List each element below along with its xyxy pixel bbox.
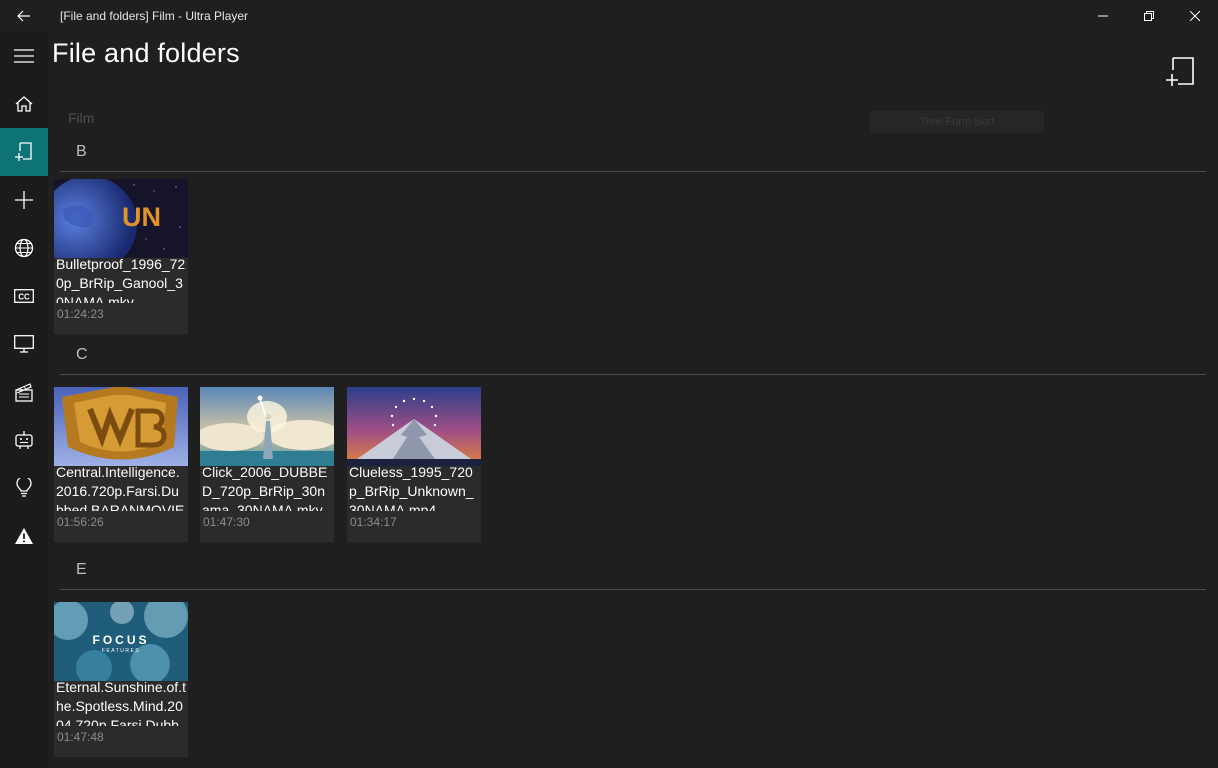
warning-icon (15, 528, 33, 544)
robot-icon (15, 431, 33, 449)
svg-text:CC: CC (18, 293, 30, 302)
restore-button[interactable] (1126, 0, 1172, 32)
svg-text:FOCUS: FOCUS (93, 633, 150, 647)
video-card[interactable]: Click_2006_DUBBED_720p_BrRip_30nama_30NA… (200, 387, 334, 542)
home-icon (15, 96, 33, 112)
sort-dropdown[interactable]: Tree-Form Sort (870, 111, 1044, 133)
back-button[interactable] (0, 0, 48, 32)
video-duration: 01:47:30 (203, 515, 250, 529)
video-file-name: Clueless_1995_720p_BrRip_Unknown_30NAMA.… (349, 464, 474, 511)
add-folder-icon (15, 142, 32, 161)
close-button[interactable] (1172, 0, 1218, 32)
minimize-icon (1098, 15, 1108, 17)
svg-text:UN: UN (122, 202, 161, 232)
video-card[interactable]: Clueless_1995_720p_BrRip_Unknown_30NAMA.… (347, 387, 481, 542)
video-duration: 01:24:23 (57, 307, 104, 321)
add-folder-icon (1166, 57, 1194, 86)
window-title: [File and folders] Film - Ultra Player (60, 9, 249, 23)
group-divider (60, 374, 1206, 375)
nav-subtitles[interactable]: CC (0, 272, 48, 320)
nav-remote[interactable] (0, 416, 48, 464)
back-arrow-icon (17, 10, 30, 22)
restore-icon (1144, 11, 1154, 21)
plus-icon (15, 191, 33, 209)
video-file-name: Eternal.Sunshine.of.the.Spotless.Mind.20… (56, 679, 186, 726)
nav-display[interactable] (0, 320, 48, 368)
nav-report[interactable] (0, 512, 48, 560)
group-divider (60, 589, 1206, 590)
video-file-name: Central.Intelligence.2016.720p.Farsi.Dub… (56, 464, 185, 511)
video-card[interactable]: UN Bulletproof_1996_720p_BrRip_Ganool_30… (54, 179, 188, 334)
clapperboard-icon (15, 383, 33, 402)
video-file-name: Click_2006_DUBBED_720p_BrRip_30nama_30NA… (202, 464, 328, 511)
svg-text:FEATURES: FEATURES (102, 648, 140, 654)
nav-movies[interactable] (0, 368, 48, 416)
group-header-b[interactable]: B (76, 143, 87, 161)
nav-tips[interactable] (0, 464, 48, 512)
video-file-name: Bulletproof_1996_720p_BrRip_Ganool_30NAM… (56, 256, 186, 303)
cc-icon: CC (14, 289, 34, 303)
video-thumbnail (347, 387, 481, 466)
title-bar: [File and folders] Film - Ultra Player (0, 0, 1218, 32)
video-duration: 01:56:26 (57, 515, 104, 529)
hamburger-icon (14, 49, 34, 63)
video-duration: 01:47:48 (57, 730, 104, 744)
page-title: File and folders (52, 38, 240, 68)
breadcrumb[interactable]: Film (68, 110, 94, 126)
monitor-icon (14, 335, 34, 353)
group-header-c[interactable]: C (76, 346, 88, 364)
nav-file-and-folders[interactable] (0, 128, 48, 176)
video-thumbnail (54, 387, 188, 466)
group-header-e[interactable]: E (76, 561, 87, 579)
video-duration: 01:34:17 (350, 515, 397, 529)
video-card[interactable]: FOCUS FEATURES Eternal.Sunshine.of.the.S… (54, 602, 188, 757)
video-thumbnail (200, 387, 334, 466)
nav-add[interactable] (0, 176, 48, 224)
video-thumbnail: UN (54, 179, 188, 258)
lightbulb-icon (16, 478, 32, 497)
minimize-button[interactable] (1080, 0, 1126, 32)
nav-home[interactable] (0, 80, 48, 128)
left-nav: CC (0, 32, 48, 768)
nav-menu-toggle[interactable] (0, 32, 48, 80)
globe-icon (14, 238, 34, 258)
group-divider (60, 171, 1206, 172)
add-folder-button[interactable] (1160, 52, 1200, 92)
close-icon (1190, 11, 1200, 21)
nav-network[interactable] (0, 224, 48, 272)
video-card[interactable]: Central.Intelligence.2016.720p.Farsi.Dub… (54, 387, 188, 542)
video-thumbnail: FOCUS FEATURES (54, 602, 188, 681)
